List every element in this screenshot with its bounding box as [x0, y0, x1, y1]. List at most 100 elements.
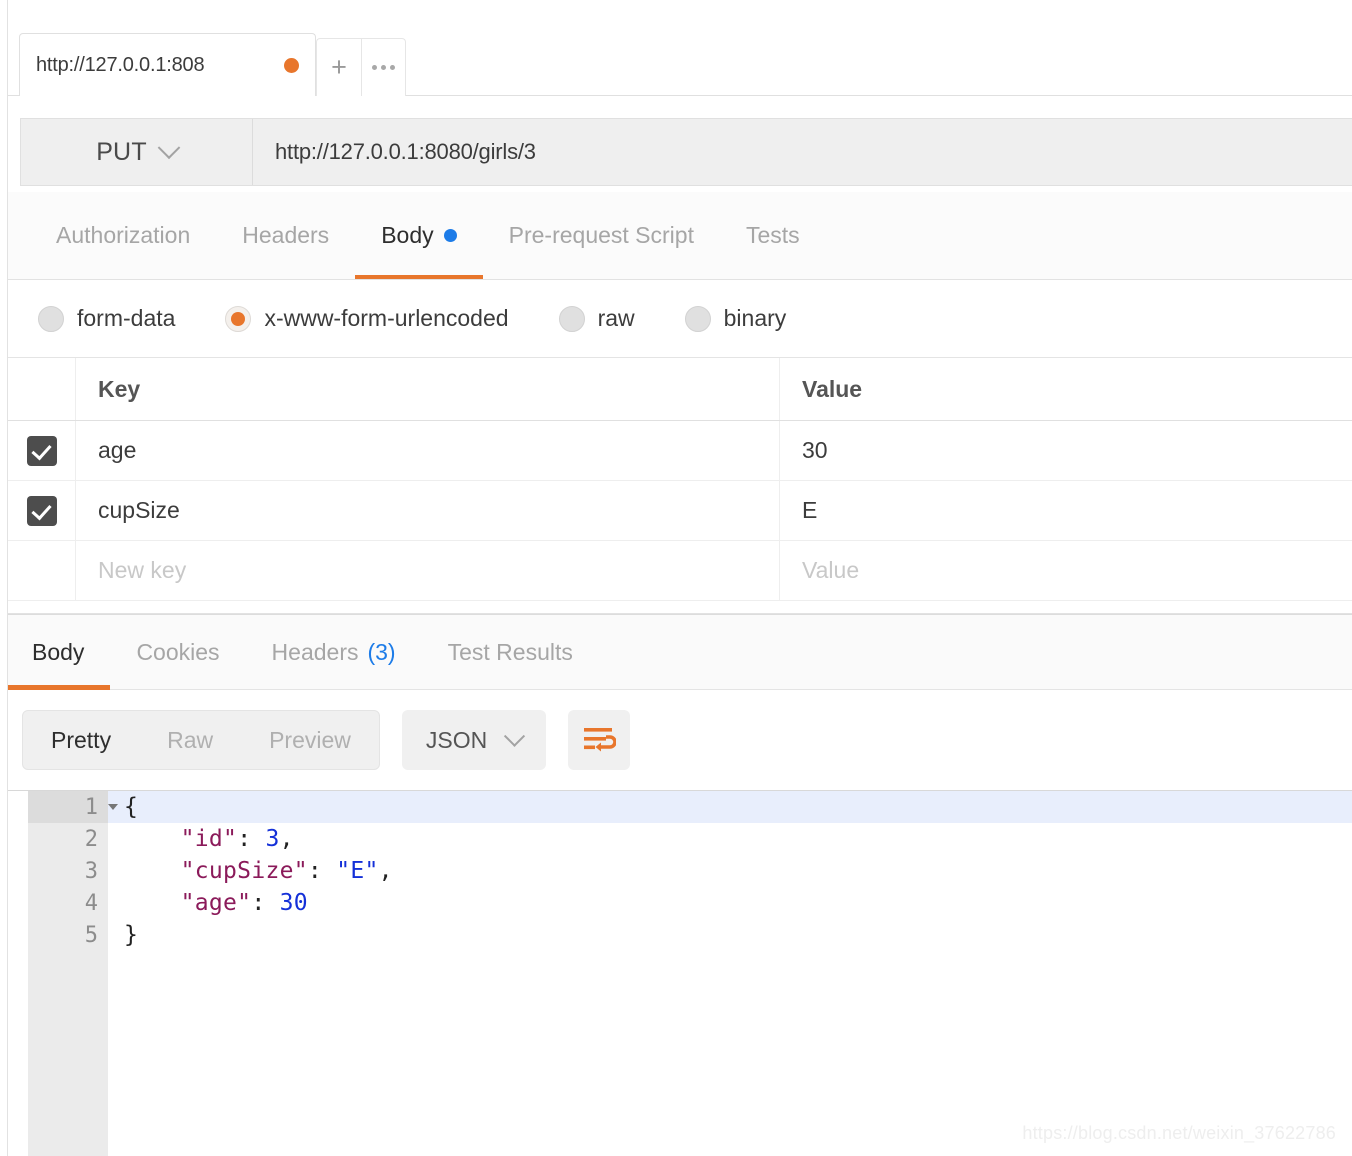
http-method-label: PUT — [96, 137, 147, 166]
http-method-select[interactable]: PUT — [21, 119, 253, 185]
radio-selected-icon — [225, 305, 252, 332]
row-checkbox-cell[interactable] — [8, 481, 76, 540]
code-line: 4 "age": 30 — [8, 887, 1352, 919]
radio-x-www-form-urlencoded[interactable]: x-www-form-urlencoded — [225, 305, 509, 332]
new-key-input[interactable]: New key — [76, 541, 780, 600]
radio-form-data-label: form-data — [77, 305, 176, 331]
code-text: "id": 3, — [180, 826, 294, 852]
row-key-input[interactable]: age — [76, 421, 780, 480]
request-tab-title: http://127.0.0.1:808 — [36, 53, 205, 76]
new-value-input[interactable]: Value — [780, 541, 1352, 600]
line-number: 2 — [28, 827, 108, 852]
radio-unselected-icon — [558, 305, 585, 332]
tab-headers[interactable]: Headers — [216, 191, 355, 279]
checkbox-checked-icon[interactable] — [26, 495, 57, 526]
radio-unselected-icon — [38, 305, 64, 332]
radio-x-www-form-urlencoded-label: x-www-form-urlencoded — [264, 305, 509, 331]
view-mode-pretty[interactable]: Pretty — [23, 711, 139, 769]
url-bar: PUT http://127.0.0.1:8080/girls/3 — [20, 118, 1352, 186]
postman-window: http://127.0.0.1:808 + PUT http://127.0.… — [0, 0, 1352, 1156]
response-tab-body[interactable]: Body — [8, 614, 111, 690]
tab-options-button[interactable] — [361, 38, 406, 96]
line-number-text: 3 — [84, 858, 98, 884]
view-mode-preview-label: Preview — [269, 726, 351, 753]
row-key-text: cupSize — [98, 497, 180, 523]
checkbox-checked-icon[interactable] — [26, 435, 57, 466]
code-line: 1 { — [8, 791, 1352, 823]
tab-body-label: Body — [381, 221, 434, 248]
row-checkbox-cell[interactable] — [8, 421, 76, 480]
table-new-row[interactable]: New key Value — [8, 541, 1352, 601]
line-number[interactable]: 1 — [28, 794, 118, 820]
radio-raw-label: raw — [597, 305, 635, 331]
response-format-label: JSON — [425, 726, 488, 753]
response-tab-headers[interactable]: Headers (3) — [246, 614, 422, 690]
row-key-text: age — [98, 437, 137, 463]
watermark-text: https://blog.csdn.net/weixin_37622786 — [1022, 1123, 1336, 1143]
response-tab-cookies[interactable]: Cookies — [110, 614, 245, 690]
request-tab-bar: http://127.0.0.1:808 + — [8, 0, 1352, 96]
row-value-input[interactable]: E — [780, 481, 1352, 540]
editor-code-lines: 1 { 2 "id": 3, 3 "cupSize": "E", 4 "age"… — [8, 791, 1352, 1156]
code-line: 2 "id": 3, — [8, 823, 1352, 855]
response-format-select[interactable]: JSON — [401, 710, 547, 770]
tab-body[interactable]: Body — [355, 191, 484, 279]
line-number: 5 — [28, 923, 108, 948]
tab-pre-request-script-label: Pre-request Script — [508, 221, 694, 248]
ellipsis-icon — [372, 65, 395, 70]
line-number-text: 5 — [84, 922, 98, 948]
radio-binary[interactable]: binary — [684, 305, 787, 332]
word-wrap-button[interactable] — [568, 710, 631, 770]
line-number: 4 — [28, 891, 108, 916]
body-modified-dot — [443, 228, 457, 242]
table-row[interactable]: age 30 — [8, 421, 1352, 481]
unsaved-changes-dot — [284, 57, 299, 73]
tab-tests[interactable]: Tests — [720, 191, 826, 279]
response-tab-cookies-label: Cookies — [136, 638, 220, 665]
header-value-cell: Value — [802, 375, 863, 402]
plus-icon: + — [331, 52, 347, 82]
new-tab-button[interactable]: + — [316, 38, 361, 96]
tab-headers-label: Headers — [242, 221, 330, 248]
response-body-editor[interactable]: 1 { 2 "id": 3, 3 "cupSize": "E", 4 "age"… — [8, 790, 1352, 1156]
radio-form-data[interactable]: form-data — [38, 305, 175, 332]
response-tab-body-label: Body — [32, 638, 85, 665]
header-key-cell: Key — [76, 358, 780, 420]
code-text: "cupSize": "E", — [180, 858, 393, 884]
response-tab-test-results[interactable]: Test Results — [422, 614, 599, 690]
view-mode-raw[interactable]: Raw — [139, 711, 241, 769]
line-number-text: 4 — [84, 890, 98, 916]
tab-authorization[interactable]: Authorization — [30, 191, 216, 279]
request-tab-active[interactable]: http://127.0.0.1:808 — [19, 33, 316, 96]
view-mode-pretty-label: Pretty — [51, 726, 112, 753]
tab-strip: http://127.0.0.1:808 + — [19, 33, 406, 96]
tab-pre-request-script[interactable]: Pre-request Script — [483, 191, 720, 279]
chevron-down-icon — [504, 725, 526, 747]
line-number: 3 — [28, 859, 108, 884]
table-header-row: Key Value — [8, 358, 1352, 421]
code-text: { — [124, 794, 139, 820]
url-input[interactable]: http://127.0.0.1:8080/girls/3 — [253, 119, 1352, 185]
view-mode-preview[interactable]: Preview — [241, 711, 379, 769]
row-value-text: 30 — [802, 437, 828, 463]
tab-authorization-label: Authorization — [56, 221, 191, 248]
row-key-input[interactable]: cupSize — [76, 481, 780, 540]
code-text: } — [124, 922, 139, 948]
table-row[interactable]: cupSize E — [8, 481, 1352, 541]
row-value-input[interactable]: 30 — [780, 421, 1352, 480]
radio-raw[interactable]: raw — [558, 305, 635, 332]
response-view-toolbar: Pretty Raw Preview JSON — [8, 690, 1352, 790]
tab-tests-label: Tests — [745, 221, 800, 248]
response-tab-test-results-label: Test Results — [447, 638, 573, 665]
new-key-placeholder: New key — [98, 557, 187, 583]
code-line: 3 "cupSize": "E", — [8, 855, 1352, 887]
response-tab-headers-label: Headers — [271, 638, 359, 665]
window-left-edge — [0, 0, 8, 1156]
line-number-text: 1 — [84, 794, 98, 820]
line-number-text: 2 — [84, 826, 98, 852]
word-wrap-icon — [584, 728, 617, 752]
headers-count-badge: (3) — [367, 638, 396, 665]
url-bar-container: PUT http://127.0.0.1:8080/girls/3 — [8, 96, 1352, 192]
radio-binary-label: binary — [723, 305, 787, 331]
chevron-down-icon — [157, 136, 181, 160]
